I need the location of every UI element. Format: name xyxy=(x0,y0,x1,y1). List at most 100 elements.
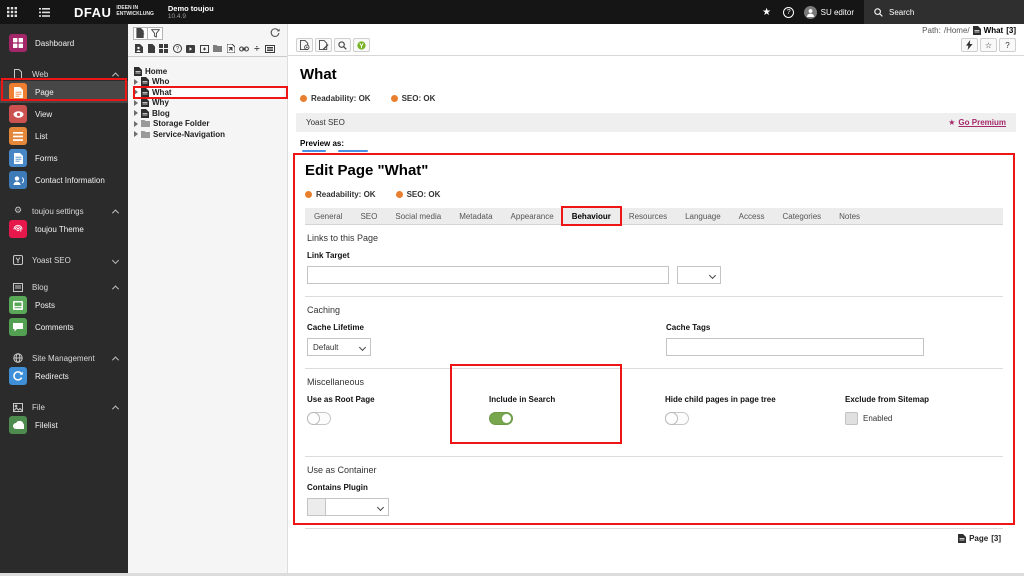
sidebar-section-blog[interactable]: Blog xyxy=(0,280,128,294)
sidebar-item-view[interactable]: View xyxy=(0,103,128,125)
tab-social-media[interactable]: Social media xyxy=(386,208,450,224)
edit-page-button[interactable] xyxy=(315,38,332,52)
tab-general[interactable]: General xyxy=(305,208,351,224)
plus-box-icon[interactable] xyxy=(199,44,209,53)
page-icon[interactable] xyxy=(147,44,155,53)
sidebar-item-label: Filelist xyxy=(35,420,58,430)
link-target-input[interactable] xyxy=(307,266,669,284)
sidebar-section-label: toujou settings xyxy=(32,206,84,216)
chevron-down-icon xyxy=(111,256,120,264)
tree-item-service-navigation[interactable]: Service-Navigation xyxy=(134,129,284,140)
tree-item-label: Blog xyxy=(152,108,170,118)
sidebar-item-list[interactable]: List xyxy=(0,125,128,147)
cache-tags-input[interactable] xyxy=(666,338,924,356)
exclude-from-sitemap-checkbox[interactable] xyxy=(845,412,858,425)
sidebar-section-yoast-seo[interactable]: Yoast SEO xyxy=(0,253,128,267)
chevron-down-icon xyxy=(708,271,717,279)
apps-grid-icon[interactable] xyxy=(0,0,24,24)
hide-child-pages-toggle[interactable] xyxy=(665,412,689,425)
list-icon xyxy=(9,127,27,145)
lightning-icon xyxy=(966,40,973,50)
tab-seo[interactable]: SEO xyxy=(351,208,386,224)
yoast-button[interactable] xyxy=(353,38,370,52)
folder-icon[interactable] xyxy=(213,45,222,52)
expand-arrow-icon[interactable] xyxy=(134,120,138,127)
menu-box-icon[interactable] xyxy=(264,44,275,53)
refresh-icon[interactable] xyxy=(268,27,282,40)
form-status-row: Readability: OK SEO: OK xyxy=(305,190,1003,199)
section-title: Miscellaneous xyxy=(307,377,365,387)
sidebar-section-web[interactable]: Web xyxy=(0,67,128,81)
divider-icon[interactable]: ÷ xyxy=(254,44,261,53)
sidebar-section-file[interactable]: File xyxy=(0,400,128,414)
grid-icon[interactable] xyxy=(159,44,168,53)
page-title: What xyxy=(300,66,337,83)
tab-metadata[interactable]: Metadata xyxy=(450,208,501,224)
tab-appearance[interactable]: Appearance xyxy=(502,208,563,224)
hide-child-pages-label: Hide child pages in page tree xyxy=(665,395,776,404)
sidebar-item-comments[interactable]: Comments xyxy=(0,316,128,338)
question-icon[interactable]: ? xyxy=(172,44,182,53)
status-dot-icon xyxy=(300,95,307,102)
user-menu[interactable]: SU editor xyxy=(800,0,864,24)
bookmark-star-icon[interactable]: ★ xyxy=(756,0,778,24)
help-icon[interactable]: ? xyxy=(778,0,800,24)
expand-arrow-icon[interactable] xyxy=(134,131,138,138)
tree-item-why[interactable]: Why xyxy=(134,98,284,109)
expand-arrow-icon[interactable] xyxy=(134,78,138,85)
search-input[interactable]: Search xyxy=(864,0,1024,24)
help-button[interactable]: ? xyxy=(999,38,1016,52)
tab-access[interactable]: Access xyxy=(730,208,774,224)
docheader: Path: /Home/ What [3] ☆ ? xyxy=(288,24,1024,56)
tree-item-storage-folder[interactable]: Storage Folder xyxy=(134,119,284,130)
tab-notes[interactable]: Notes xyxy=(830,208,869,224)
shortcut-page-icon[interactable] xyxy=(226,44,235,53)
include-in-search-label: Include in Search xyxy=(489,395,556,404)
tree-item-what[interactable]: What xyxy=(134,87,284,98)
breadcrumb: Path: /Home/ What [3] xyxy=(296,26,1016,35)
new-page-button[interactable] xyxy=(133,26,148,40)
sidebar-item-redirects[interactable]: Redirects xyxy=(0,365,128,387)
tab-categories[interactable]: Categories xyxy=(773,208,830,224)
tree-item-blog[interactable]: Blog xyxy=(134,108,284,119)
cache-lifetime-select[interactable]: Default xyxy=(307,338,371,356)
tree-item-home[interactable]: Home xyxy=(134,66,284,77)
module-list-icon[interactable] xyxy=(32,0,56,24)
filter-button[interactable] xyxy=(148,26,163,40)
sidebar-section-toujou-settings[interactable]: ⚙ toujou settings xyxy=(0,204,128,218)
path-page-name: What xyxy=(983,26,1004,35)
sidebar-item-filelist[interactable]: Filelist xyxy=(0,414,128,436)
fingerprint-icon xyxy=(9,220,27,238)
expand-arrow-icon[interactable] xyxy=(134,110,138,117)
view-page-button[interactable] xyxy=(296,38,313,52)
page-person-icon[interactable] xyxy=(135,44,143,53)
use-as-root-page-toggle[interactable] xyxy=(307,412,331,425)
contains-plugin-select[interactable] xyxy=(325,498,389,516)
expand-arrow-icon[interactable] xyxy=(134,99,138,106)
tree-item-who[interactable]: Who xyxy=(134,77,284,88)
tab-language[interactable]: Language xyxy=(676,208,730,224)
yoast-bar-title: Yoast SEO xyxy=(306,118,345,127)
tab-behaviour[interactable]: Behaviour xyxy=(562,208,620,224)
expand-arrow-icon[interactable] xyxy=(134,89,138,96)
sidebar-item-contact-information[interactable]: Contact Information xyxy=(0,169,128,191)
link-icon[interactable] xyxy=(239,45,249,52)
sidebar-item-forms[interactable]: Forms xyxy=(0,147,128,169)
video-icon[interactable] xyxy=(186,44,195,53)
search-button[interactable] xyxy=(334,38,351,52)
chevron-down-icon xyxy=(358,343,367,351)
sidebar-item-toujou-theme[interactable]: toujou Theme xyxy=(0,218,128,240)
logo-claim-line2: ENTWICKLUNG xyxy=(116,11,154,17)
include-in-search-toggle[interactable] xyxy=(489,412,513,425)
cache-lightning-button[interactable] xyxy=(961,38,978,52)
tree-item-label: What xyxy=(152,87,172,97)
tab-resources[interactable]: Resources xyxy=(620,208,676,224)
go-premium-link[interactable]: ★ Go Premium xyxy=(948,118,1006,127)
blog-icon xyxy=(12,282,24,292)
link-target-select[interactable] xyxy=(677,266,721,284)
sidebar-item-posts[interactable]: Posts xyxy=(0,294,128,316)
sidebar-section-site-management[interactable]: Site Management xyxy=(0,351,128,365)
sidebar-item-dashboard[interactable]: Dashboard xyxy=(0,32,128,54)
bookmark-button[interactable]: ☆ xyxy=(980,38,997,52)
sidebar-item-page[interactable]: Page xyxy=(0,81,128,103)
